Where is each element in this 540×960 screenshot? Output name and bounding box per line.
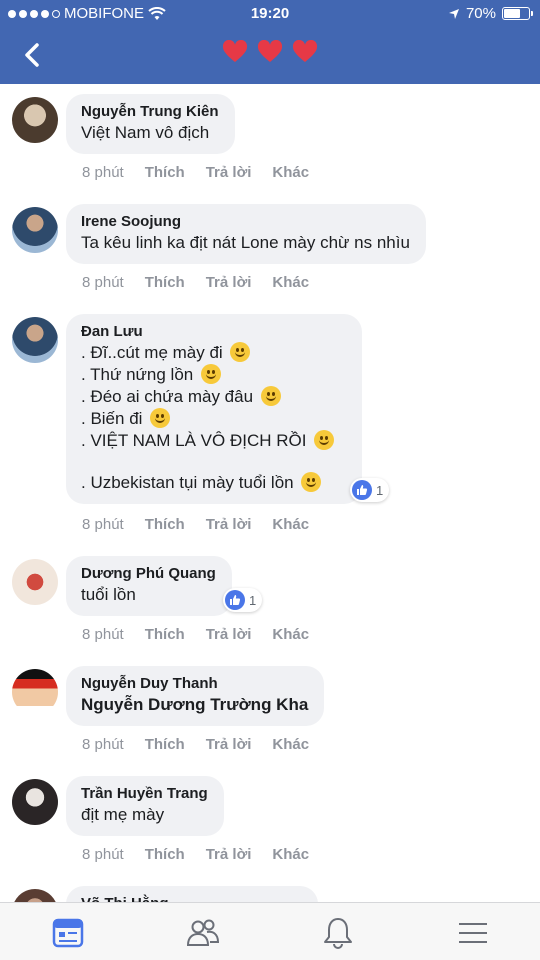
comment-bubble[interactable]: Đan Lưu . Đĩ..cút mẹ mày đi . Thứ nứng l… (66, 314, 362, 504)
more-button[interactable]: Khác (272, 164, 309, 181)
comment-author[interactable]: Nguyễn Duy Thanh (81, 674, 308, 694)
avatar[interactable] (12, 889, 58, 902)
comment-text: . Uzbekistan tụi mày tuổi lồn (81, 473, 294, 492)
comment-actions: 8 phút Thích Trả lời Khác (82, 274, 309, 291)
reaction-number: 1 (376, 482, 384, 498)
status-right: 70% (448, 5, 533, 22)
comment-bubble[interactable]: Nguyễn Trung Kiên Việt Nam vô địch (66, 94, 235, 154)
comment-time: 8 phút (82, 274, 124, 291)
comment-bubble[interactable]: Nguyễn Duy Thanh Nguyễn Dương Trường Kha (66, 666, 325, 726)
comment-bubble[interactable]: Dương Phú Quang tuổi lồn (66, 556, 232, 616)
nav-bar (0, 28, 540, 84)
reply-button[interactable]: Trả lời (206, 274, 252, 291)
comment-feed[interactable]: Nguyễn Trung Kiên Việt Nam vô địch 8 phú… (0, 84, 540, 902)
tab-notifications-bell-icon[interactable] (320, 915, 356, 951)
battery-percent: 70% (465, 5, 496, 22)
reaction-count[interactable]: 1 (350, 478, 390, 502)
like-button[interactable]: Thích (145, 736, 185, 753)
more-button[interactable]: Khác (272, 626, 309, 643)
comment-line: . Thứ nứng lồn (81, 364, 346, 386)
smile-emoji-icon (301, 472, 322, 492)
comment-time: 8 phút (82, 846, 124, 863)
comment-text: tuổi lồn (81, 585, 136, 604)
comment-actions: 8 phút Thích Trả lời Khác (82, 736, 309, 753)
tab-menu-icon[interactable] (455, 915, 491, 951)
comment-text: địt mẹ mày (81, 805, 165, 824)
comment-line: . Uzbekistan tụi mày tuổi lồn (81, 472, 346, 494)
heart-icon (292, 39, 317, 62)
reply-button[interactable]: Trả lời (206, 164, 252, 181)
smile-emoji-icon (150, 408, 171, 428)
comment-time: 8 phút (82, 626, 124, 643)
tab-friends-icon[interactable] (185, 915, 221, 951)
like-reaction-icon (225, 590, 245, 610)
heart-icon (257, 39, 283, 62)
comment-text: . Thứ nứng lồn (81, 365, 194, 384)
smile-emoji-icon (200, 364, 221, 384)
more-button[interactable]: Khác (272, 846, 309, 863)
comment-actions: 8 phút Thích Trả lời Khác (82, 516, 309, 533)
more-button[interactable]: Khác (272, 736, 309, 753)
comment-time: 8 phút (82, 164, 124, 181)
reply-button[interactable]: Trả lời (206, 516, 252, 533)
tab-news-feed-icon[interactable] (50, 915, 86, 951)
comment-actions: 8 phút Thích Trả lời Khác (82, 164, 309, 181)
more-button[interactable]: Khác (272, 274, 309, 291)
comment-line: . Đĩ..cút mẹ mày đi (81, 342, 346, 364)
avatar[interactable] (12, 669, 58, 715)
comment-text: Ta kêu linh ka địt nát Lone mày chừ ns n… (81, 233, 410, 252)
more-button[interactable]: Khác (272, 516, 309, 533)
reaction-number: 1 (249, 592, 257, 608)
comment-line: . Biến đi (81, 408, 346, 430)
smile-emoji-icon (230, 342, 251, 362)
reaction-count[interactable]: 1 (223, 588, 263, 612)
heart-icon (223, 39, 248, 62)
like-button[interactable]: Thích (145, 626, 185, 643)
comment-author[interactable]: Nguyễn Trung Kiên (81, 102, 219, 122)
comment-author[interactable]: Trần Huyền Trang (81, 784, 208, 804)
comment-text: . Đĩ..cút mẹ mày đi (81, 343, 223, 362)
reply-button[interactable]: Trả lời (206, 846, 252, 863)
comment-author[interactable]: Võ Thị Hằng (81, 894, 302, 902)
avatar[interactable] (12, 207, 58, 253)
status-bar: MOBIFONE 19:20 70% (0, 0, 540, 28)
avatar[interactable] (12, 97, 58, 143)
smile-emoji-icon (314, 430, 335, 450)
avatar[interactable] (12, 317, 58, 363)
comment-bubble[interactable]: Irene Soojung Ta kêu linh ka địt nát Lon… (66, 204, 426, 264)
comment-text: . Đéo ai chứa mày đâu (81, 387, 254, 406)
comment-text: Việt Nam vô địch (81, 123, 210, 142)
smile-emoji-icon (260, 386, 281, 406)
tagged-user-link[interactable]: Nguyễn Dương Trường Kha (81, 694, 308, 716)
like-button[interactable]: Thích (145, 164, 185, 181)
comment-time: 8 phút (82, 516, 124, 533)
comment-line: . Đéo ai chứa mày đâu (81, 386, 346, 408)
comment-author[interactable]: Dương Phú Quang (81, 564, 216, 584)
like-button[interactable]: Thích (145, 274, 185, 291)
comment-author[interactable]: Irene Soojung (81, 212, 410, 232)
comment-bubble[interactable]: Trần Huyền Trang địt mẹ mày (66, 776, 224, 836)
tab-bar (0, 902, 540, 960)
comment-line: . VIỆT NAM LÀ VÔ ĐỊCH RỒI (81, 430, 346, 452)
like-button[interactable]: Thích (145, 516, 185, 533)
like-button[interactable]: Thích (145, 846, 185, 863)
battery-icon (502, 7, 533, 20)
comment-actions: 8 phút Thích Trả lời Khác (82, 846, 309, 863)
comment-time: 8 phút (82, 736, 124, 753)
header-hearts (0, 39, 540, 71)
comment-text: . VIỆT NAM LÀ VÔ ĐỊCH RỒI (81, 431, 307, 450)
avatar[interactable] (12, 559, 58, 605)
avatar[interactable] (12, 779, 58, 825)
comment-text: . Biến đi (81, 409, 143, 428)
comment-actions: 8 phút Thích Trả lời Khác (82, 626, 309, 643)
comment-author[interactable]: Đan Lưu (81, 322, 346, 342)
reply-button[interactable]: Trả lời (206, 626, 252, 643)
like-reaction-icon (352, 480, 372, 500)
comment-bubble[interactable]: Võ Thị Hằng (66, 886, 318, 902)
location-arrow-icon (448, 8, 459, 19)
reply-button[interactable]: Trả lời (206, 736, 252, 753)
